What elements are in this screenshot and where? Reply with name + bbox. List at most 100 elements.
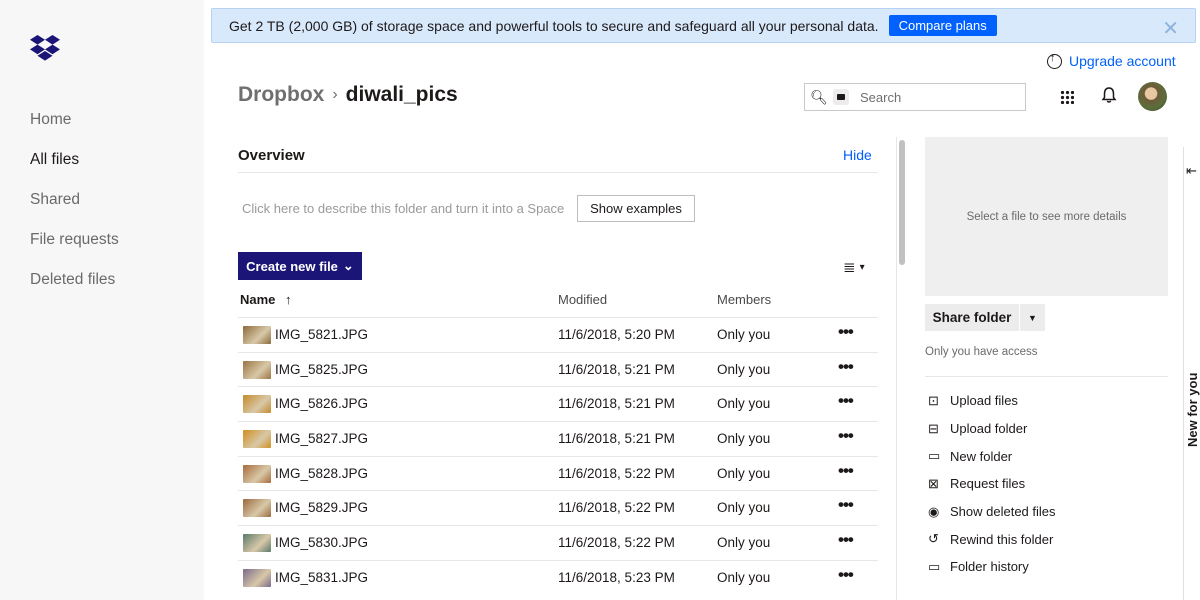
table-row[interactable]: IMG_5821.JPG 11/6/2018, 5:20 PM Only you ••… xyxy=(238,317,878,352)
list-view-icon: ≣ xyxy=(843,259,856,276)
scrollbar-thumb[interactable] xyxy=(899,140,905,265)
view-switcher[interactable]: ≣ ▾ xyxy=(843,258,865,276)
more-options-icon[interactable]: ••• xyxy=(838,426,854,446)
new-for-you-label: New for you xyxy=(1185,372,1200,447)
file-name[interactable]: IMG_5827.JPG xyxy=(275,431,368,446)
file-modified: 11/6/2018, 5:22 PM xyxy=(558,500,675,516)
search-input[interactable]: 🔍︎ Search xyxy=(804,83,1026,111)
sort-arrow-icon[interactable]: ↑ xyxy=(285,292,292,307)
show-examples-button[interactable]: Show examples xyxy=(577,195,695,222)
upgrade-arrow-icon xyxy=(1047,52,1062,69)
folder-history-icon: ▭ xyxy=(928,558,941,574)
image-thumbnail-icon xyxy=(243,395,271,414)
folder-scope-icon[interactable] xyxy=(833,89,849,105)
close-icon[interactable]: ✕ xyxy=(1162,16,1179,41)
more-options-icon[interactable]: ••• xyxy=(838,495,854,515)
sidebar-item-file-requests[interactable]: File requests xyxy=(30,231,119,271)
dropbox-logo-icon[interactable] xyxy=(30,34,60,62)
overview-title: Overview xyxy=(238,147,305,164)
file-members: Only you xyxy=(717,535,771,551)
action-upload-folder[interactable]: ⊟ Upload folder xyxy=(928,415,1056,443)
file-modified: 11/6/2018, 5:21 PM xyxy=(558,396,675,412)
image-thumbnail-icon xyxy=(243,326,271,344)
request-files-icon: ⊠ xyxy=(928,475,939,491)
folder-description-field[interactable]: Click here to describe this folder and t… xyxy=(242,201,564,216)
breadcrumb-root[interactable]: Dropbox xyxy=(238,83,324,107)
upgrade-account-link[interactable]: Upgrade account xyxy=(1047,52,1176,69)
table-row[interactable]: IMG_5829.JPG 11/6/2018, 5:22 PM Only you ••… xyxy=(238,490,878,525)
folder-icon: ▭ xyxy=(928,448,941,464)
hide-overview-link[interactable]: Hide xyxy=(843,147,872,163)
avatar[interactable] xyxy=(1138,82,1167,111)
table-row[interactable]: IMG_5830.JPG 11/6/2018, 5:22 PM Only you ••… xyxy=(238,525,878,560)
more-options-icon[interactable]: ••• xyxy=(838,530,854,550)
compare-plans-button[interactable]: Compare plans xyxy=(888,15,997,36)
rewind-icon: ↺ xyxy=(928,531,939,547)
sidebar-item-deleted-files[interactable]: Deleted files xyxy=(30,271,119,311)
table-row[interactable]: IMG_5827.JPG 11/6/2018, 5:21 PM Only you ••… xyxy=(238,421,878,456)
file-modified: 11/6/2018, 5:21 PM xyxy=(558,361,675,377)
table-row[interactable]: IMG_5826.JPG 11/6/2018, 5:21 PM Only you ••… xyxy=(238,386,878,421)
new-for-you-panel[interactable]: ⇤ New for you xyxy=(1183,147,1200,600)
column-header-members[interactable]: Members xyxy=(717,292,771,307)
image-thumbnail-icon xyxy=(243,360,271,379)
file-modified: 11/6/2018, 5:20 PM xyxy=(558,327,675,342)
app-grid-icon[interactable] xyxy=(1060,90,1074,104)
table-row[interactable]: IMG_5828.JPG 11/6/2018, 5:22 PM Only you ••… xyxy=(238,455,878,491)
column-header-modified[interactable]: Modified xyxy=(558,292,607,307)
sidebar-item-home[interactable]: Home xyxy=(30,111,119,151)
more-options-icon[interactable]: ••• xyxy=(838,322,854,342)
more-options-icon[interactable]: ••• xyxy=(838,357,854,377)
banner-text: Get 2 TB (2,000 GB) of storage space and… xyxy=(229,17,879,34)
file-members: Only you xyxy=(717,569,771,585)
chevron-down-icon[interactable]: ▼ xyxy=(1019,304,1045,331)
upload-folder-icon: ⊟ xyxy=(928,420,939,436)
file-name[interactable]: IMG_5826.JPG xyxy=(275,396,368,411)
divider xyxy=(238,172,878,173)
image-thumbnail-icon xyxy=(243,499,271,518)
column-header-name[interactable]: Name xyxy=(240,292,275,307)
table-row[interactable]: IMG_5831.JPG 11/6/2018, 5:23 PM Only you ••… xyxy=(238,559,878,595)
file-name[interactable]: IMG_5821.JPG xyxy=(275,327,368,342)
more-options-icon[interactable]: ••• xyxy=(838,391,854,411)
image-thumbnail-icon xyxy=(243,534,271,553)
file-name[interactable]: IMG_5828.JPG xyxy=(275,466,368,481)
file-members: Only you xyxy=(717,465,771,481)
folder-actions: ⊡ Upload files ⊟ Upload folder ▭ New folder ⊠ R… xyxy=(928,387,1056,581)
action-upload-files[interactable]: ⊡ Upload files xyxy=(928,387,1056,415)
action-folder-history[interactable]: ▭ Folder history xyxy=(928,553,1056,581)
action-label: New folder xyxy=(950,448,1013,464)
sidebar-item-shared[interactable]: Shared xyxy=(30,191,119,231)
chevron-down-icon: ▾ xyxy=(859,261,865,273)
breadcrumb: Dropbox › diwali_pics xyxy=(238,83,458,107)
action-rewind-this-folder[interactable]: ↺ Rewind this folder xyxy=(928,525,1056,553)
action-new-folder[interactable]: ▭ New folder xyxy=(928,442,1056,470)
bell-icon[interactable] xyxy=(1100,86,1118,104)
share-folder-button[interactable]: Share folder xyxy=(925,304,1019,331)
upload-file-icon: ⊡ xyxy=(928,392,939,408)
collapse-arrow-icon[interactable]: ⇤ xyxy=(1186,163,1197,179)
divider xyxy=(925,376,1168,377)
file-members: Only you xyxy=(717,396,771,412)
search-icon: 🔍︎ xyxy=(810,88,828,105)
action-show-deleted-files[interactable]: ◉ Show deleted files xyxy=(928,498,1056,526)
action-label: Folder history xyxy=(950,559,1029,575)
table-row[interactable]: IMG_5825.JPG 11/6/2018, 5:21 PM Only you ••… xyxy=(238,351,878,387)
file-members: Only you xyxy=(717,500,771,516)
action-request-files[interactable]: ⊠ Request files xyxy=(928,470,1056,498)
image-thumbnail-icon xyxy=(243,568,271,587)
file-name[interactable]: IMG_5830.JPG xyxy=(275,535,368,550)
file-name[interactable]: IMG_5825.JPG xyxy=(275,362,368,377)
sidebar-item-all-files[interactable]: All files xyxy=(30,151,119,191)
create-new-file-button[interactable]: Create new file ⌄ xyxy=(238,252,362,280)
more-options-icon[interactable]: ••• xyxy=(838,565,854,585)
file-modified: 11/6/2018, 5:21 PM xyxy=(558,431,675,447)
file-name[interactable]: IMG_5831.JPG xyxy=(275,570,368,585)
image-thumbnail-icon xyxy=(243,464,271,483)
sidebar-nav: Home All files Shared File requests Dele… xyxy=(30,111,119,311)
action-label: Upload folder xyxy=(950,421,1028,437)
more-options-icon[interactable]: ••• xyxy=(838,461,854,481)
file-list: IMG_5821.JPG 11/6/2018, 5:20 PM Only you ••… xyxy=(238,317,878,595)
file-name[interactable]: IMG_5829.JPG xyxy=(275,500,368,515)
access-info: Only you have access xyxy=(925,346,1038,358)
